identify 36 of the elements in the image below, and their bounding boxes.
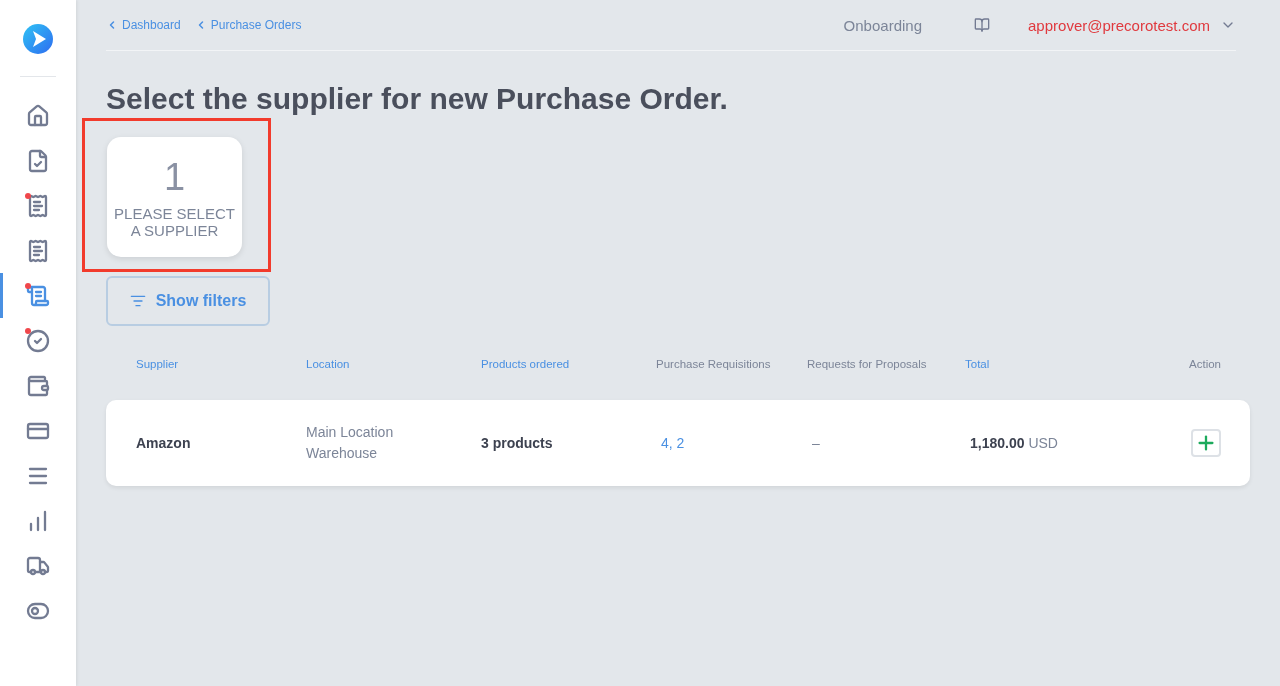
logo-icon[interactable]: [23, 24, 53, 54]
column-header: Requests for Proposals: [807, 358, 928, 370]
column-header[interactable]: Location: [306, 358, 481, 370]
column-header: Action: [1188, 358, 1221, 370]
page-title: Select the supplier for new Purchase Order.: [106, 82, 729, 116]
supplier-row[interactable]: Amazon Main Location Warehouse 3 products 4, 2 – 1,180.00 USD: [106, 400, 1250, 486]
add-button[interactable]: [1191, 429, 1221, 457]
step-number: 1: [163, 155, 186, 199]
column-header[interactable]: Supplier: [136, 358, 306, 370]
receipt-check-icon: [26, 148, 50, 173]
supplier-name: Amazon: [136, 435, 192, 451]
home-icon: [26, 103, 50, 128]
receipt-icon: [26, 193, 50, 218]
show-filters-button[interactable]: Show filters: [106, 276, 270, 326]
total-amount: 1,180.00 USD: [969, 435, 1059, 451]
user-menu[interactable]: approver@precorotest.com: [1028, 16, 1236, 34]
step-label: PLEASE SELECT A SUPPLIER: [113, 204, 236, 239]
requisitions-link[interactable]: 4, 2: [656, 435, 807, 451]
location-text: Main Location Warehouse: [306, 423, 395, 463]
filter-icon: [129, 293, 146, 309]
onboarding-link[interactable]: Onboarding: [843, 16, 922, 34]
scroll-icon: [26, 283, 50, 308]
book-icon[interactable]: [974, 17, 990, 33]
notification-dot: [25, 193, 31, 199]
products-count: 3 products: [481, 435, 554, 451]
wallet-icon: [26, 373, 50, 398]
column-header: Purchase Requisitions: [656, 358, 772, 370]
rfp-text: –: [811, 435, 821, 451]
check-circle-icon: [26, 328, 50, 353]
column-header[interactable]: Products ordered: [481, 358, 656, 370]
breadcrumb-link[interactable]: Dashboard: [106, 18, 181, 32]
column-header[interactable]: Total: [965, 358, 1141, 370]
breadcrumb-link[interactable]: Purchase Orders: [194, 18, 302, 32]
receipt-icon: [26, 238, 50, 263]
notification-dot: [25, 328, 31, 334]
notification-dot: [25, 283, 31, 289]
